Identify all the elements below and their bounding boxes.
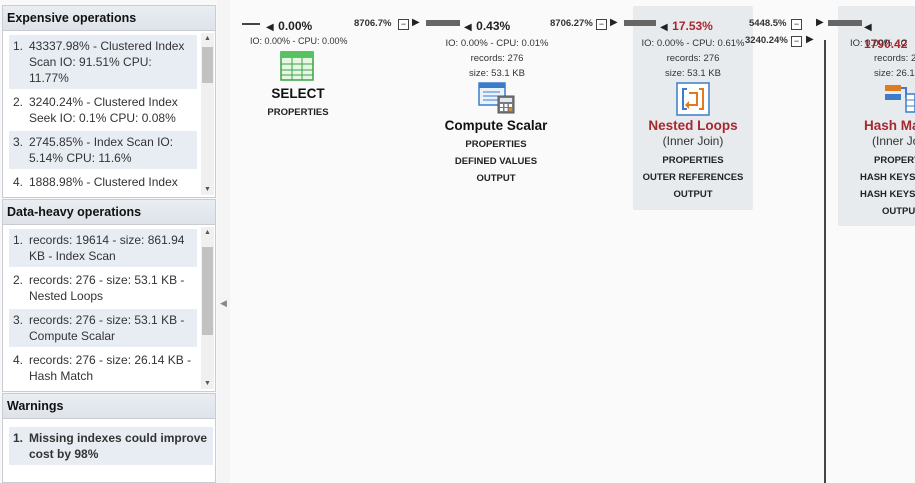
nested-loops-icon[interactable] — [676, 82, 710, 116]
hash-properties-link[interactable]: PROPERT — [860, 152, 915, 169]
compute-output-link[interactable]: OUTPUT — [436, 170, 556, 187]
nested-join-type: (Inner Join) — [662, 134, 724, 148]
nested-stats: IO: 0.00% - CPU: 0.61% records: 276 size… — [641, 38, 745, 79]
arrow-left-icon: ◀ — [266, 22, 274, 33]
nested-output-link[interactable]: OUTPUT — [633, 186, 753, 203]
scroll-up-icon[interactable]: ▲ — [201, 33, 214, 44]
nested-cost: ◀ 17.53% — [660, 19, 713, 33]
table-icon[interactable] — [280, 51, 314, 81]
branch-connector-line — [824, 40, 826, 483]
collapse-node-icon[interactable]: − — [791, 16, 802, 34]
expensive-operations-body: 1. 43337.98% - Clustered Index Scan IO: 9… — [3, 31, 215, 197]
panel-splitter[interactable]: ◀ — [217, 0, 230, 483]
hash-join-type: (Inner Jo — [872, 134, 915, 148]
edge-cost-label: 8706.27% — [550, 18, 593, 29]
list-item[interactable]: 2. records: 276 - size: 53.1 KB - Nested … — [9, 269, 197, 307]
arrow-right-icon: ▶ — [816, 17, 824, 28]
list-item[interactable]: 4. records: 276 - size: 26.14 KB - Hash M… — [9, 349, 197, 387]
list-item[interactable]: 1. records: 19614 - size: 861.94 KB - Ind… — [9, 229, 197, 267]
nested-outer-references-link[interactable]: OUTER REFERENCES — [633, 169, 753, 186]
arrow-left-icon: ◀ — [864, 22, 872, 33]
select-operator-name[interactable]: SELECT — [268, 86, 328, 101]
hash-output-link[interactable]: OUTPU — [860, 203, 915, 220]
scroll-down-icon[interactable]: ▼ — [201, 184, 214, 195]
list-item[interactable]: 4. 1888.98% - Clustered Index — [9, 171, 197, 193]
compute-defined-values-link[interactable]: DEFINED VALUES — [436, 153, 556, 170]
compute-operator-name[interactable]: Compute Scalar — [436, 118, 556, 133]
hash-match-icon[interactable] — [884, 84, 915, 114]
calculator-icon[interactable] — [478, 82, 516, 114]
scroll-up-icon[interactable]: ▲ — [201, 227, 214, 238]
collapse-node-icon[interactable]: − — [398, 16, 409, 34]
arrow-right-icon: ▶ — [610, 17, 618, 28]
list-item[interactable]: 2. 3240.24% - Clustered Index Seek IO: 0.… — [9, 91, 197, 129]
data-heavy-operations-list: 1. records: 19614 - size: 861.94 KB - Ind… — [3, 225, 215, 387]
expensive-operations-title: Expensive operations — [3, 6, 215, 31]
compute-cost: ◀ 0.43% — [464, 19, 511, 33]
collapse-node-icon[interactable]: − — [791, 33, 802, 51]
hash-operator-name[interactable]: Hash Ma — [864, 118, 915, 133]
hash-stats: IO: 0.00% - C records: 2 size: 26.14 — [850, 38, 915, 79]
data-heavy-scrollbar[interactable]: ▲ ▼ — [201, 227, 214, 389]
arrow-right-icon: ▶ — [412, 17, 420, 28]
list-item[interactable]: 1. 43337.98% - Clustered Index Scan IO: 9… — [9, 35, 197, 89]
nested-edge-bar — [624, 20, 656, 26]
hash-links: PROPERT HASH KEYS HASH KEYS I OUTPU — [860, 152, 915, 220]
edge-cost-label: 5448.5% — [749, 18, 787, 29]
warnings-list: 1. Missing indexes could improve cost by … — [3, 419, 215, 465]
data-heavy-operations-body: 1. records: 19614 - size: 861.94 KB - Ind… — [3, 225, 215, 391]
collapse-left-icon[interactable]: ◀ — [220, 298, 227, 309]
nested-properties-link[interactable]: PROPERTIES — [633, 152, 753, 169]
arrow-left-icon: ◀ — [660, 22, 668, 33]
data-heavy-operations-title: Data-heavy operations — [3, 200, 215, 225]
select-edge-line — [242, 23, 260, 25]
hash-edge-bar — [828, 20, 862, 26]
hash-keys-probe-link[interactable]: HASH KEYS I — [860, 186, 915, 203]
list-item[interactable]: 3. records: 276 - size: 53.1 KB - Compute… — [9, 309, 197, 347]
warnings-panel: Warnings 1. Missing indexes could improve… — [2, 393, 216, 483]
select-cost: ◀ 0.00% — [266, 19, 313, 33]
select-io-cpu: IO: 0.00% - CPU: 0.00% — [250, 36, 348, 46]
nested-operator-name[interactable]: Nested Loops — [633, 118, 753, 133]
edge-cost-label: 8706.7% — [354, 18, 392, 29]
arrow-left-icon: ◀ — [464, 22, 472, 33]
execution-plan-canvas[interactable]: ◀ 0.00% IO: 0.00% - CPU: 0.00% SELECT PR… — [230, 0, 915, 483]
scroll-down-icon[interactable]: ▼ — [201, 378, 214, 389]
nested-links: PROPERTIES OUTER REFERENCES OUTPUT — [633, 152, 753, 203]
list-item[interactable]: 3. 2745.85% - Index Scan IO: 5.14% CPU: 1… — [9, 131, 197, 169]
warnings-title: Warnings — [3, 394, 215, 419]
edge-cost-label: 3240.24% — [745, 35, 788, 46]
select-properties-link[interactable]: PROPERTIES — [260, 104, 336, 121]
compute-links: PROPERTIES DEFINED VALUES OUTPUT — [436, 136, 556, 187]
arrow-right-icon: ▶ — [806, 34, 814, 45]
collapse-node-icon[interactable]: − — [596, 16, 607, 34]
scroll-thumb[interactable] — [202, 247, 213, 335]
warnings-body: 1. Missing indexes could improve cost by … — [3, 419, 215, 482]
data-heavy-operations-panel: Data-heavy operations 1. records: 19614 -… — [2, 199, 216, 392]
compute-properties-link[interactable]: PROPERTIES — [436, 136, 556, 153]
warning-item[interactable]: 1. Missing indexes could improve cost by … — [9, 427, 213, 465]
hash-keys-build-link[interactable]: HASH KEYS — [860, 169, 915, 186]
expensive-scrollbar[interactable]: ▲ ▼ — [201, 33, 214, 195]
compute-stats: IO: 0.00% - CPU: 0.01% records: 276 size… — [445, 38, 549, 79]
expensive-operations-panel: Expensive operations 1. 43337.98% - Clust… — [2, 5, 216, 198]
expensive-operations-list: 1. 43337.98% - Clustered Index Scan IO: 9… — [3, 31, 215, 193]
scroll-thumb[interactable] — [202, 47, 213, 83]
compute-edge-bar — [426, 20, 460, 26]
